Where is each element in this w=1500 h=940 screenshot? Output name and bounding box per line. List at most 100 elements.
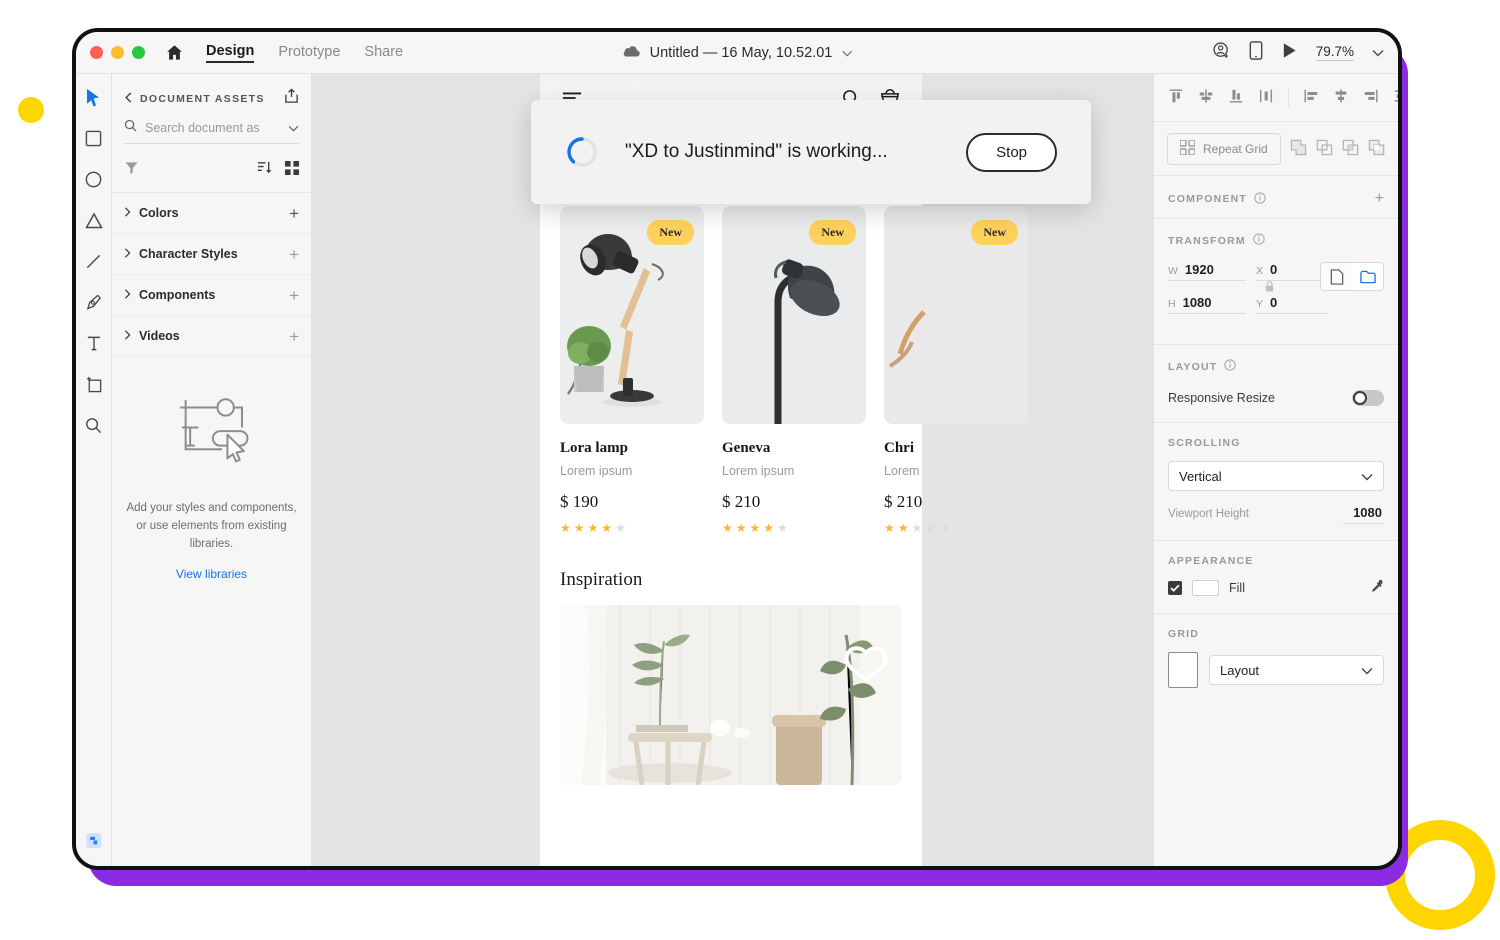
rectangle-tool[interactable] — [83, 127, 105, 149]
tab-design[interactable]: Design — [206, 43, 255, 63]
tab-share[interactable]: Share — [364, 44, 403, 62]
polygon-tool[interactable] — [83, 209, 105, 231]
chevron-right-icon[interactable] — [124, 286, 131, 304]
responsive-resize-row[interactable]: Responsive Resize — [1154, 384, 1398, 422]
chevron-right-icon[interactable] — [124, 204, 131, 222]
chevron-right-icon[interactable] — [124, 245, 131, 263]
intersect-shape-icon[interactable] — [1342, 139, 1359, 159]
main-tabs[interactable]: Design Prototype Share — [206, 43, 403, 63]
product-card[interactable]: New Geneva Lorem ipsum $ 210 ★ ★ ★ ★ ★ — [722, 206, 866, 535]
stop-button[interactable]: Stop — [966, 132, 1057, 172]
add-shape-icon[interactable] — [1290, 139, 1307, 159]
fill-row[interactable]: Fill — [1154, 577, 1398, 613]
invite-person-icon[interactable] — [1212, 41, 1231, 65]
height-value[interactable]: 1080 — [1183, 295, 1212, 310]
close-window-button[interactable] — [90, 46, 103, 59]
artboard-tool[interactable] — [83, 373, 105, 395]
width-field[interactable]: W 1920 — [1168, 262, 1246, 281]
view-libraries-link[interactable]: View libraries — [126, 567, 297, 581]
pen-tool[interactable] — [83, 291, 105, 313]
tab-prototype[interactable]: Prototype — [278, 44, 340, 62]
assets-filter-row[interactable] — [112, 146, 311, 193]
width-value[interactable]: 1920 — [1185, 262, 1214, 277]
chevron-left-icon[interactable] — [124, 90, 133, 108]
chevron-right-icon[interactable] — [124, 327, 131, 345]
repeat-grid-row[interactable]: Repeat Grid — [1154, 122, 1398, 176]
grid-checkbox[interactable] — [1168, 652, 1198, 688]
exclude-overlap-icon[interactable] — [1368, 139, 1385, 159]
fill-color-swatch[interactable] — [1192, 580, 1219, 596]
add-component-button[interactable]: + — [1375, 190, 1384, 208]
grid-row[interactable]: Layout — [1154, 650, 1398, 704]
x-value[interactable]: 0 — [1270, 262, 1277, 277]
eyedropper-icon[interactable] — [1369, 579, 1384, 597]
product-card[interactable]: New Lora lamp Lorem ipsum $ 190 ★ ★ ★ ★ ★ — [560, 206, 704, 535]
chevron-down-icon[interactable] — [841, 45, 852, 61]
line-tool[interactable] — [83, 250, 105, 272]
grid-type-select[interactable]: Layout — [1209, 655, 1384, 685]
y-value[interactable]: 0 — [1270, 295, 1277, 310]
home-icon[interactable] — [165, 43, 184, 62]
lock-aspect-icon[interactable] — [1258, 280, 1280, 296]
align-bottom-icon[interactable] — [1228, 88, 1244, 107]
add-video-button[interactable]: + — [289, 328, 299, 345]
sharp-corner-icon[interactable] — [1321, 263, 1352, 290]
document-title-group[interactable]: Untitled — 16 May, 10.52.01 — [622, 44, 853, 62]
boolean-ops-group[interactable] — [1290, 139, 1385, 159]
align-horizontal-group[interactable] — [1288, 88, 1398, 107]
align-horizontal-center-icon[interactable] — [1333, 88, 1349, 107]
align-toolbar[interactable] — [1154, 74, 1398, 122]
add-color-button[interactable]: + — [289, 205, 299, 222]
search-chevron-down-icon[interactable] — [288, 119, 299, 137]
maximize-window-button[interactable] — [132, 46, 145, 59]
viewport-height-row[interactable]: Viewport Height 1080 — [1154, 505, 1398, 540]
zoom-chevron-down-icon[interactable] — [1372, 44, 1384, 62]
device-preview-icon[interactable] — [1249, 40, 1263, 65]
assets-section-videos[interactable]: Videos + — [112, 316, 311, 357]
distribute-horizontal-icon[interactable] — [1258, 88, 1274, 107]
window-controls[interactable] — [90, 46, 145, 59]
repeat-grid-button[interactable]: Repeat Grid — [1167, 132, 1281, 165]
corner-type-toggles[interactable] — [1320, 262, 1384, 291]
align-top-icon[interactable] — [1168, 88, 1184, 107]
align-right-icon[interactable] — [1363, 88, 1379, 107]
sort-icon[interactable] — [257, 160, 272, 180]
info-icon[interactable] — [1224, 359, 1237, 374]
zoom-level[interactable]: 79.7% — [1315, 44, 1354, 61]
align-left-icon[interactable] — [1303, 88, 1319, 107]
add-character-style-button[interactable]: + — [289, 246, 299, 263]
rounded-corner-icon[interactable] — [1352, 263, 1383, 290]
assets-section-character-styles[interactable]: Character Styles + — [112, 234, 311, 275]
subtract-shape-icon[interactable] — [1316, 139, 1333, 159]
grid-view-icon[interactable] — [285, 160, 299, 180]
assets-search-row[interactable] — [124, 119, 299, 144]
fill-checkbox[interactable] — [1168, 581, 1182, 595]
align-vertical-center-icon[interactable] — [1198, 88, 1214, 107]
transform-fields[interactable]: W 1920 X 0 H 1080 Y 0 — [1154, 258, 1398, 344]
product-card[interactable]: New Chri Lorem $ 210 ★ ★ ★ ★ ★ — [884, 206, 1028, 535]
tool-rail[interactable] — [76, 74, 112, 866]
transform-row-h-y[interactable]: H 1080 Y 0 — [1168, 295, 1384, 314]
assets-section-colors[interactable]: Colors + — [112, 193, 311, 234]
responsive-resize-toggle[interactable] — [1352, 390, 1384, 406]
height-field[interactable]: H 1080 — [1168, 295, 1246, 314]
x-field[interactable]: X 0 — [1256, 262, 1328, 281]
title-bar-actions[interactable]: 79.7% — [1212, 40, 1384, 65]
info-icon[interactable] — [1253, 233, 1265, 248]
assets-section-components[interactable]: Components + — [112, 275, 311, 316]
info-icon[interactable] — [1254, 191, 1266, 207]
align-vertical-group[interactable] — [1154, 88, 1288, 107]
export-icon[interactable] — [284, 88, 299, 109]
text-tool[interactable] — [83, 332, 105, 354]
add-component-button[interactable]: + — [289, 287, 299, 304]
viewport-height-value[interactable]: 1080 — [1343, 505, 1384, 524]
ellipse-tool[interactable] — [83, 168, 105, 190]
zoom-tool[interactable] — [83, 414, 105, 436]
inspiration-image[interactable] — [560, 605, 902, 785]
distribute-vertical-icon[interactable] — [1393, 88, 1398, 107]
y-field[interactable]: Y 0 — [1256, 295, 1328, 314]
plugin-icon[interactable] — [85, 832, 102, 854]
filter-icon[interactable] — [124, 160, 139, 180]
scrolling-select[interactable]: Vertical — [1168, 461, 1384, 491]
search-input[interactable] — [145, 121, 265, 135]
